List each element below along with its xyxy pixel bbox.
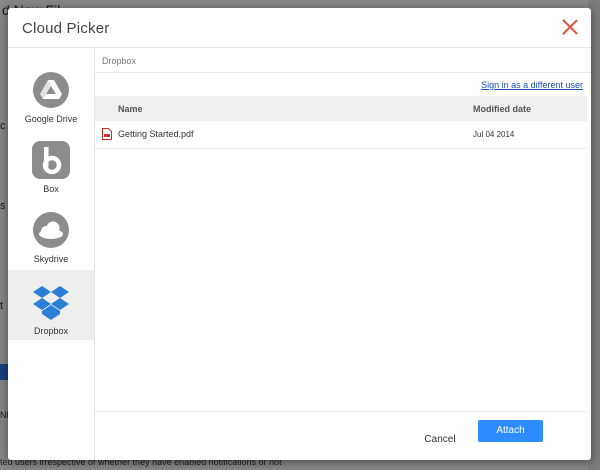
divider — [95, 72, 591, 73]
sidebar-item-label: Skydrive — [33, 254, 69, 264]
table-header: Name Modified date — [95, 96, 587, 121]
cancel-button[interactable]: Cancel — [414, 429, 466, 451]
sidebar-item-box[interactable]: Box — [8, 128, 94, 198]
provider-sidebar: Google Drive Box Skydrive Dropbox — [8, 48, 95, 460]
sidebar-item-dropbox[interactable]: Dropbox — [8, 270, 94, 340]
box-icon — [32, 141, 70, 179]
column-header-name[interactable]: Name — [118, 104, 143, 114]
skydrive-icon — [33, 212, 69, 248]
table-row[interactable]: Getting Started.pdf Jul 04 2014 — [95, 121, 587, 149]
dialog-title: Cloud Picker — [22, 20, 110, 37]
attach-button[interactable]: Attach — [478, 420, 543, 442]
close-icon[interactable] — [561, 18, 579, 36]
file-name: Getting Started.pdf — [118, 129, 194, 139]
cloud-picker-dialog: Cloud Picker Google Drive Box Skydrive D… — [8, 8, 591, 460]
file-browser: Dropbox Sign in as a different user Name… — [95, 48, 591, 460]
sidebar-item-google-drive[interactable]: Google Drive — [8, 58, 94, 128]
sidebar-item-label: Dropbox — [33, 326, 69, 336]
sidebar-item-label: Google Drive — [24, 114, 78, 124]
pdf-file-icon — [102, 128, 112, 140]
dialog-header: Cloud Picker — [8, 8, 591, 48]
dropbox-icon — [33, 286, 69, 320]
divider — [95, 411, 587, 412]
file-modified-date: Jul 04 2014 — [473, 130, 515, 139]
sidebar-item-label: Box — [43, 184, 59, 194]
google-drive-icon — [33, 72, 69, 108]
column-header-modified[interactable]: Modified date — [473, 104, 531, 114]
sign-in-different-user-link[interactable]: Sign in as a different user — [481, 80, 583, 90]
breadcrumb: Dropbox — [102, 56, 137, 66]
sidebar-item-skydrive[interactable]: Skydrive — [8, 198, 94, 268]
